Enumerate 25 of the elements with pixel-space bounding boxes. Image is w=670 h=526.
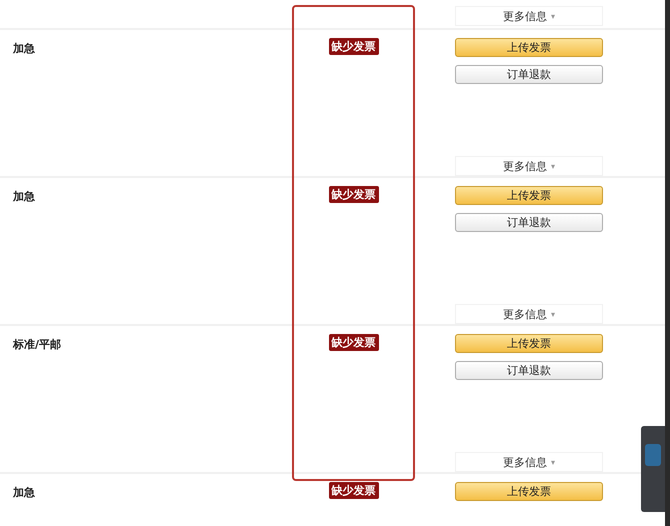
- caret-icon: ▾: [550, 162, 555, 170]
- upload-invoice-button[interactable]: 上传发票: [455, 38, 603, 57]
- shipping-method: 加急: [13, 190, 35, 203]
- missing-invoice-badge: 缺少发票: [328, 186, 378, 203]
- shipping-method: 标准/平邮: [13, 338, 62, 351]
- refund-button[interactable]: 订单退款: [455, 361, 603, 380]
- missing-invoice-badge: 缺少发票: [328, 38, 378, 55]
- refund-button[interactable]: 订单退款: [455, 65, 603, 84]
- caret-icon: ▾: [550, 458, 555, 466]
- app-icon: [645, 444, 661, 466]
- shipping-method: 加急: [13, 42, 35, 55]
- more-info-button[interactable]: 更多信息 ▾: [455, 304, 603, 324]
- more-info-button[interactable]: 更多信息 ▾: [455, 156, 603, 176]
- shipping-method: 加急: [13, 486, 35, 499]
- upload-invoice-button[interactable]: 上传发票: [455, 482, 603, 501]
- caret-icon: ▾: [550, 310, 555, 318]
- more-info-button[interactable]: 更多信息 ▾: [455, 452, 603, 472]
- floating-panel[interactable]: [641, 426, 665, 512]
- missing-invoice-badge: 缺少发票: [328, 482, 378, 499]
- more-info-button[interactable]: 更多信息 ▾: [455, 6, 603, 26]
- refund-button[interactable]: 订单退款: [455, 213, 603, 232]
- missing-invoice-badge: 缺少发票: [328, 334, 378, 351]
- caret-icon: ▾: [550, 12, 555, 20]
- upload-invoice-button[interactable]: 上传发票: [455, 334, 603, 353]
- upload-invoice-button[interactable]: 上传发票: [455, 186, 603, 205]
